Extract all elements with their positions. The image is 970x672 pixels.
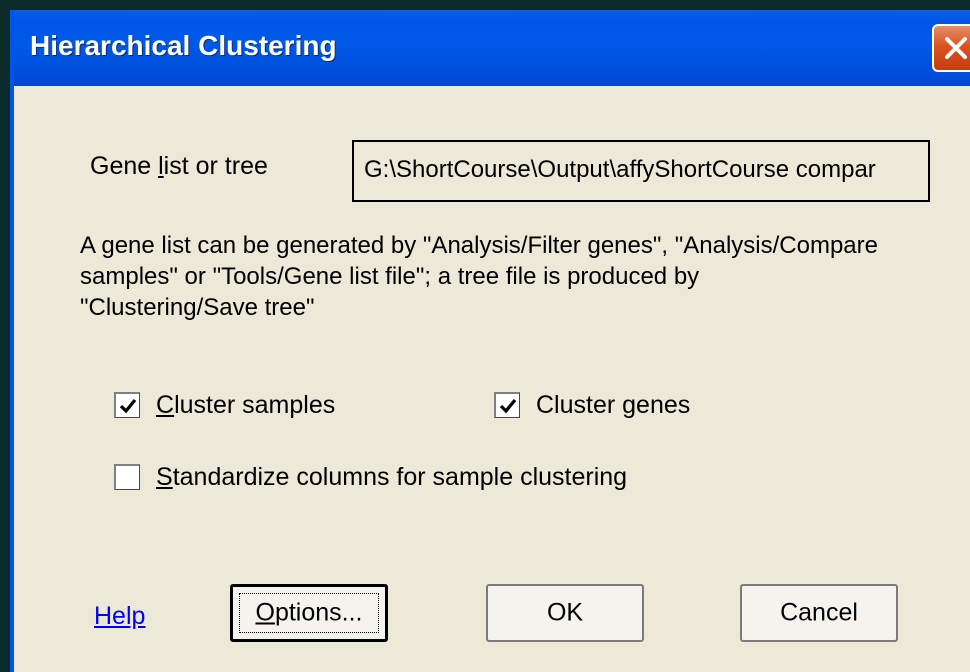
description-line-1: A gene list can be generated by "Analysi… — [80, 232, 878, 259]
gene-list-label: Gene list or tree — [90, 152, 268, 181]
cluster-samples-label[interactable]: Cluster samples — [156, 391, 335, 420]
cluster-samples-accel: C — [156, 391, 175, 419]
gene-list-path-field[interactable]: G:\ShortCourse\Output\affyShortCourse co… — [352, 140, 930, 202]
options-accel: O — [255, 598, 275, 627]
dialog-window: Hierarchical Clustering Gene list or tre… — [10, 10, 970, 672]
cluster-genes-accel: g — [622, 391, 637, 419]
cluster-samples-text: luster samples — [174, 391, 336, 419]
cluster-genes-text: enes — [636, 391, 691, 419]
standardize-text: tandardize columns for sample clustering — [172, 463, 628, 491]
description-text: A gene list can be generated by "Analysi… — [80, 230, 960, 323]
gene-list-label-suffix: ist or tree — [163, 152, 268, 180]
checkmark-icon — [499, 398, 517, 414]
cluster-genes-label[interactable]: Cluster genes — [536, 391, 690, 420]
description-line-3: "Clustering/Save tree" — [80, 294, 315, 321]
close-icon — [945, 37, 967, 59]
description-line-2: samples" or "Tools/Gene list file"; a tr… — [80, 263, 700, 290]
options-button-label: Options... — [233, 599, 385, 628]
help-link[interactable]: Help — [94, 602, 145, 631]
gene-list-label-prefix: Gene — [90, 152, 159, 180]
cluster-genes-prefix: Cluster — [536, 391, 623, 419]
cancel-button[interactable]: Cancel — [740, 584, 898, 642]
title-bar[interactable]: Hierarchical Clustering — [14, 10, 970, 86]
cancel-button-label: Cancel — [780, 598, 858, 627]
options-button[interactable]: Options... — [230, 584, 388, 642]
standardize-columns-checkbox[interactable] — [114, 464, 140, 490]
close-button[interactable] — [932, 24, 970, 72]
standardize-accel: S — [156, 463, 173, 491]
window-title: Hierarchical Clustering — [30, 30, 337, 61]
ok-button[interactable]: OK — [486, 584, 644, 642]
standardize-columns-label[interactable]: Standardize columns for sample clusterin… — [156, 463, 627, 492]
desktop-background: Hierarchical Clustering Gene list or tre… — [0, 0, 970, 672]
options-text: ptions... — [274, 598, 363, 627]
cluster-genes-checkbox[interactable] — [494, 392, 520, 418]
cluster-samples-checkbox[interactable] — [114, 392, 140, 418]
ok-button-label: OK — [546, 598, 584, 627]
gene-list-path-value: G:\ShortCourse\Output\affyShortCourse co… — [364, 156, 876, 183]
checkmark-icon — [119, 398, 137, 414]
